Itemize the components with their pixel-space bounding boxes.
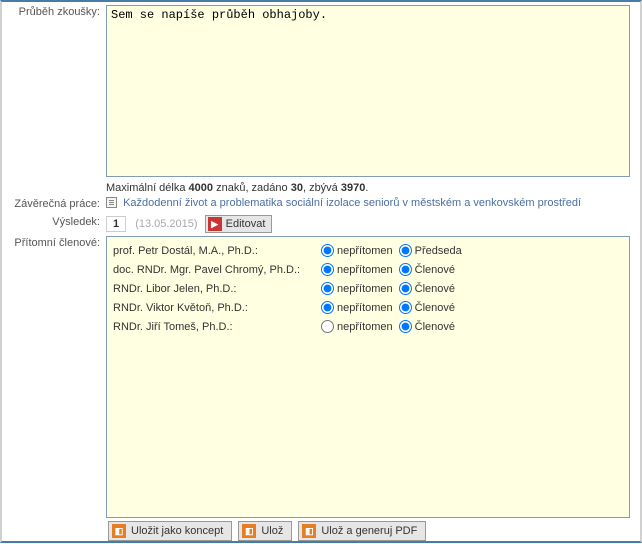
nepritomen-label[interactable]: nepřítomen bbox=[337, 245, 393, 257]
save-icon: ◧ bbox=[112, 524, 126, 538]
role-radio[interactable] bbox=[399, 320, 412, 333]
nepritomen-radio[interactable] bbox=[321, 320, 334, 333]
member-name: RNDr. Libor Jelen, Ph.D.: bbox=[111, 283, 321, 295]
nepritomen-label[interactable]: nepřítomen bbox=[337, 321, 393, 333]
role-radio[interactable] bbox=[399, 244, 412, 257]
nepritomen-label[interactable]: nepřítomen bbox=[337, 302, 393, 314]
member-name: doc. RNDr. Mgr. Pavel Chromý, Ph.D.: bbox=[111, 264, 321, 276]
pritomni-label: Přítomní členové: bbox=[2, 233, 104, 249]
nepritomen-radio[interactable] bbox=[321, 263, 334, 276]
role-label[interactable]: Členové bbox=[415, 283, 455, 295]
save-draft-button[interactable]: ◧ Uložit jako koncept bbox=[108, 521, 232, 541]
edit-button[interactable]: ▶ Editovat bbox=[205, 215, 273, 233]
document-icon bbox=[106, 197, 117, 208]
save-button[interactable]: ◧ Ulož bbox=[238, 521, 292, 541]
nepritomen-label[interactable]: nepřítomen bbox=[337, 264, 393, 276]
nepritomen-label[interactable]: nepřítomen bbox=[337, 283, 393, 295]
save-icon: ◧ bbox=[302, 524, 316, 538]
prubeh-label: Průběh zkoušky: bbox=[2, 2, 104, 18]
role-label[interactable]: Členové bbox=[415, 264, 455, 276]
role-radio[interactable] bbox=[399, 301, 412, 314]
char-counter: Maximální délka 4000 znaků, zadáno 30, z… bbox=[106, 182, 636, 194]
role-radio[interactable] bbox=[399, 263, 412, 276]
member-name: RNDr. Jiří Tomeš, Ph.D.: bbox=[111, 321, 321, 333]
vysledek-label: Výsledek: bbox=[2, 212, 104, 228]
member-row: RNDr. Jiří Tomeš, Ph.D.: nepřítomen Členov… bbox=[109, 317, 627, 336]
zaverecna-label: Závěrečná práce: bbox=[2, 194, 104, 210]
result-date: (13.05.2015) bbox=[135, 218, 197, 230]
member-row: RNDr. Viktor Květoň, Ph.D.: nepřítomen Čle… bbox=[109, 298, 627, 317]
nepritomen-radio[interactable] bbox=[321, 244, 334, 257]
role-radio[interactable] bbox=[399, 282, 412, 295]
nepritomen-radio[interactable] bbox=[321, 282, 334, 295]
role-label[interactable]: Členové bbox=[415, 321, 455, 333]
edit-icon: ▶ bbox=[208, 217, 222, 231]
prubeh-textarea[interactable] bbox=[106, 5, 630, 177]
save-icon: ◧ bbox=[242, 524, 256, 538]
member-name: prof. Petr Dostál, M.A., Ph.D.: bbox=[111, 245, 321, 257]
save-pdf-button[interactable]: ◧ Ulož a generuj PDF bbox=[298, 521, 426, 541]
member-name: RNDr. Viktor Květoň, Ph.D.: bbox=[111, 302, 321, 314]
nepritomen-radio[interactable] bbox=[321, 301, 334, 314]
role-label[interactable]: Členové bbox=[415, 302, 455, 314]
thesis-link[interactable]: Každodenní život a problematika sociální… bbox=[123, 197, 581, 209]
result-value: 1 bbox=[106, 216, 126, 232]
member-row: doc. RNDr. Mgr. Pavel Chromý, Ph.D.: nepř… bbox=[109, 260, 627, 279]
role-label[interactable]: Předseda bbox=[415, 245, 462, 257]
member-row: RNDr. Libor Jelen, Ph.D.: nepřítomen Členo… bbox=[109, 279, 627, 298]
members-list: prof. Petr Dostál, M.A., Ph.D.: nepřítome… bbox=[106, 236, 630, 518]
member-row: prof. Petr Dostál, M.A., Ph.D.: nepřítome… bbox=[109, 241, 627, 260]
